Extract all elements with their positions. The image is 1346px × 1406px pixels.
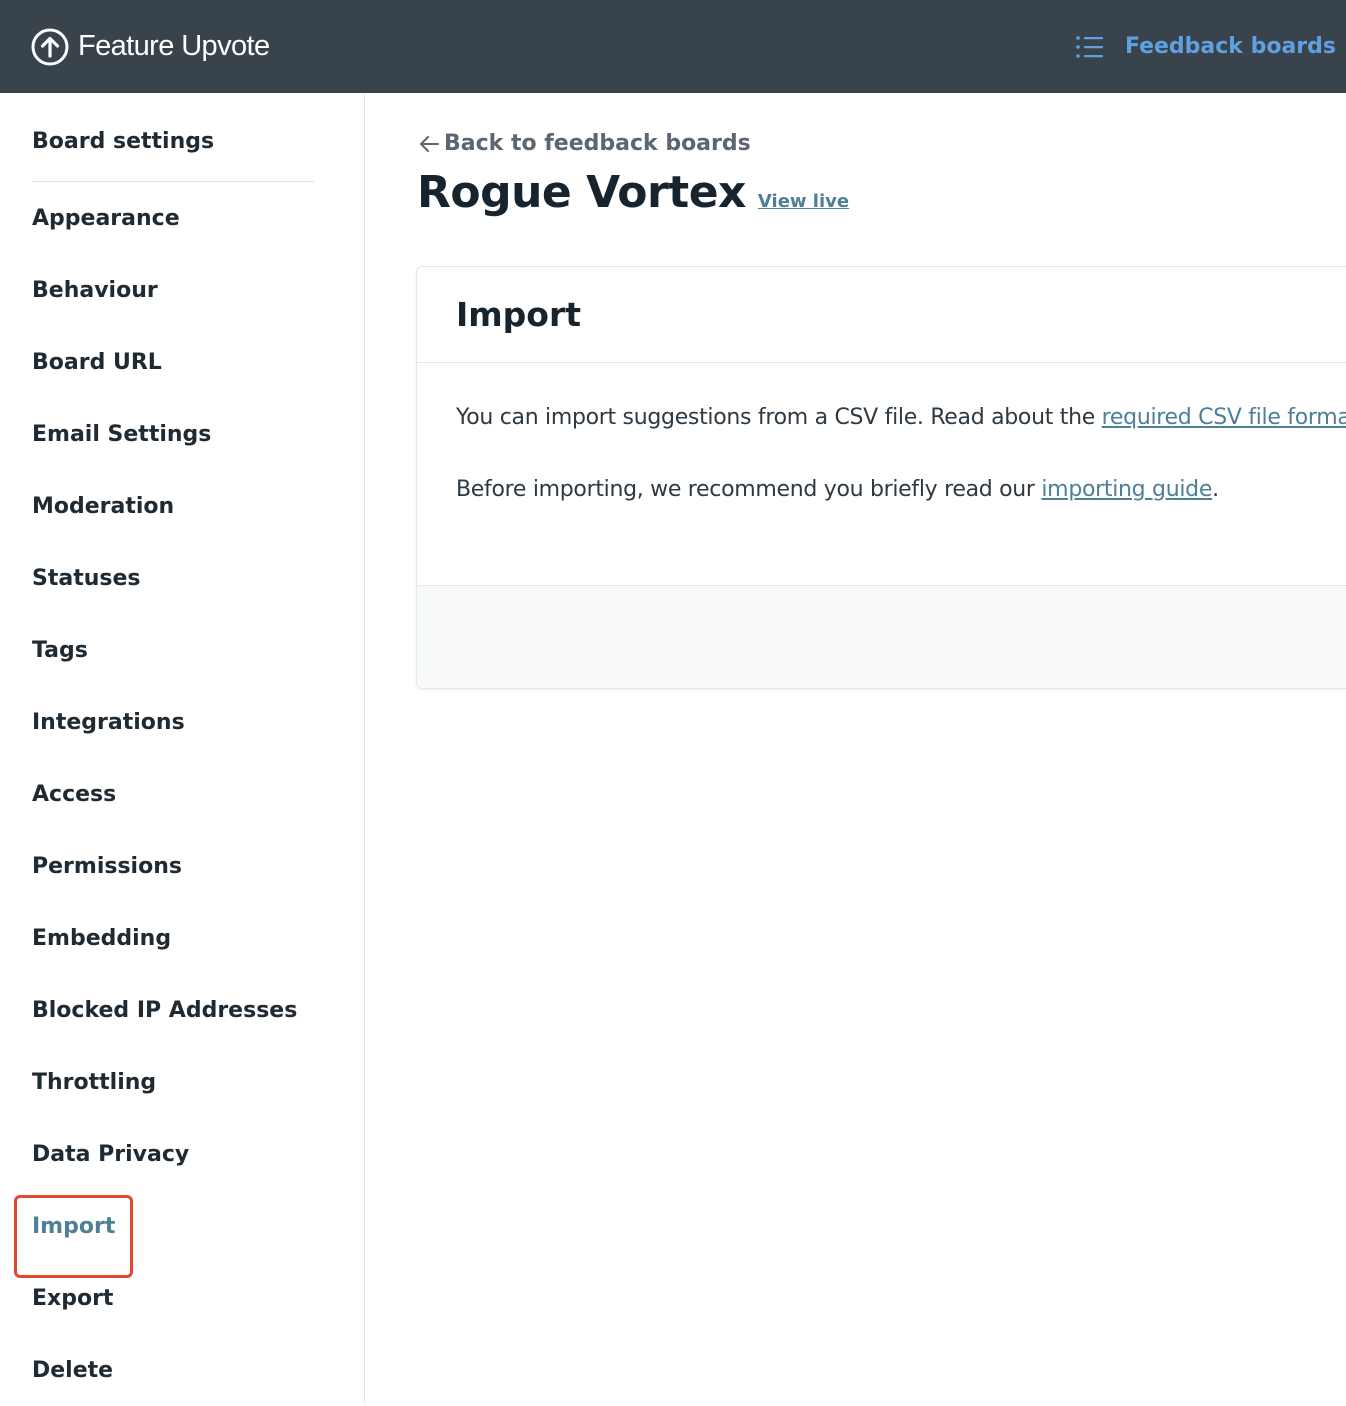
sidebar-item-tags[interactable]: Tags [0,614,364,686]
feedback-boards-link[interactable]: Feedback boards [1075,34,1336,59]
sidebar-item-export[interactable]: Export [0,1262,364,1334]
import-card-body: You can import suggestions from a CSV fi… [417,363,1346,585]
import-card-header: Import [417,267,1346,363]
sidebar-item-integrations[interactable]: Integrations [0,686,364,758]
page-title-row: Rogue Vortex View live [417,167,849,218]
upvote-arrow-circle-icon [31,28,69,65]
arrow-left-icon [420,135,439,152]
sidebar-item-delete[interactable]: Delete [0,1334,364,1406]
csv-format-text: You can import suggestions from a CSV fi… [456,405,1102,430]
sidebar-item-behaviour[interactable]: Behaviour [0,254,364,326]
sidebar-item-board-url[interactable]: Board URL [0,326,364,398]
sidebar-item-blocked-ip-addresses[interactable]: Blocked IP Addresses [0,974,364,1046]
csv-format-paragraph: You can import suggestions from a CSV fi… [456,403,1346,433]
view-live-link[interactable]: View live [758,191,849,212]
importing-guide-link[interactable]: importing guide [1041,477,1212,502]
importing-guide-paragraph: Before importing, we recommend you brief… [456,475,1346,505]
feedback-boards-label: Feedback boards [1124,34,1336,59]
sidebar-item-data-privacy[interactable]: Data Privacy [0,1118,364,1190]
brand-logo[interactable]: Feature Upvote [30,27,270,67]
sidebar-item-throttling[interactable]: Throttling [0,1046,364,1118]
sidebar-item-permissions[interactable]: Permissions [0,830,364,902]
top-navigation-bar: Feature Upvote Feedback boards [0,0,1346,93]
sidebar-item-embedding[interactable]: Embedding [0,902,364,974]
brand-name: Feature Upvote [78,30,270,62]
import-card: Import You can import suggestions from a… [416,266,1346,689]
sidebar-item-appearance[interactable]: Appearance [0,182,364,254]
import-card-footer [417,585,1346,688]
required-csv-format-link[interactable]: required CSV file format [1102,405,1346,430]
importing-guide-period: . [1212,477,1219,502]
settings-sidebar: Board settings Appearance Behaviour Board … [0,93,365,1404]
sidebar-item-statuses[interactable]: Statuses [0,542,364,614]
sidebar-item-access[interactable]: Access [0,758,364,830]
sidebar-heading: Board settings [32,129,215,154]
back-link-label: Back to feedback boards [444,131,751,156]
sidebar-item-email-settings[interactable]: Email Settings [0,398,364,470]
main-content: Back to feedback boards Rogue Vortex Vie… [365,93,1346,1404]
sidebar-menu: Appearance Behaviour Board URL Email Settin… [0,182,364,1406]
importing-guide-text: Before importing, we recommend you brief… [456,477,1042,502]
page-title: Rogue Vortex [417,167,746,218]
list-icon [1076,35,1103,58]
back-to-boards-link[interactable]: Back to feedback boards [418,131,751,156]
import-card-title: Import [456,295,582,334]
sidebar-item-moderation[interactable]: Moderation [0,470,364,542]
sidebar-item-import[interactable]: Import [0,1190,364,1278]
